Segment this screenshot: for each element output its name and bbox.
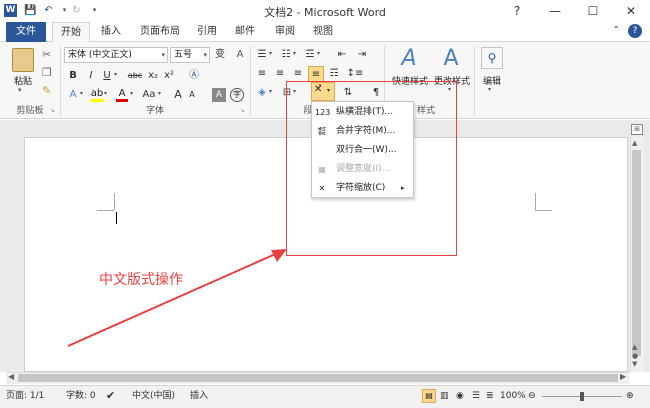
annotation-label: 中文版式操作	[99, 272, 183, 288]
annotation-arrow	[67, 249, 287, 347]
